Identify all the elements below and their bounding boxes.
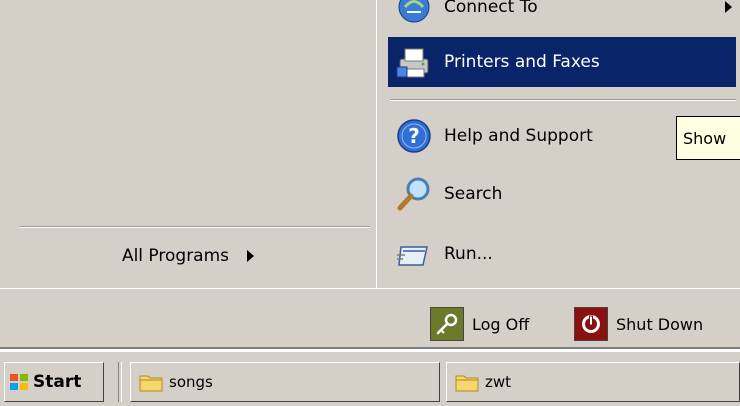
taskbar-separator xyxy=(118,362,122,402)
log-off-button[interactable]: Log Off xyxy=(430,304,529,344)
submenu-arrow-icon xyxy=(247,250,255,262)
folder-icon xyxy=(139,375,163,392)
left-divider xyxy=(20,226,370,228)
start-button[interactable]: Start xyxy=(4,362,104,402)
svg-text:?: ? xyxy=(408,124,420,148)
menu-item-printers-and-faxes[interactable]: Printers and Faxes xyxy=(388,37,736,87)
shut-down-button[interactable]: Shut Down xyxy=(574,304,703,344)
menu-item-connect-to[interactable]: Connect To xyxy=(388,0,736,32)
shut-down-label: Shut Down xyxy=(616,314,704,334)
menu-item-run[interactable]: Run... xyxy=(388,229,736,279)
submenu-arrow-icon xyxy=(725,1,732,13)
menu-item-label: Run... xyxy=(444,244,493,264)
tooltip-text: Show xyxy=(683,128,727,148)
run-icon xyxy=(394,234,434,274)
all-programs-label: All Programs xyxy=(121,246,230,266)
power-icon xyxy=(574,307,608,341)
task-label: songs xyxy=(169,373,213,391)
taskbar-button-songs[interactable]: songs xyxy=(130,362,440,402)
printer-icon xyxy=(394,42,434,82)
connect-icon xyxy=(394,0,434,27)
windows-logo-icon xyxy=(9,373,29,391)
menu-item-label: Connect To xyxy=(444,0,538,17)
help-icon: ? xyxy=(394,116,434,156)
menu-item-search[interactable]: Search xyxy=(388,169,736,219)
menu-item-label: Search xyxy=(444,184,503,204)
all-programs-button[interactable]: All Programs xyxy=(0,230,376,282)
menu-item-label: Printers and Faxes xyxy=(444,52,600,72)
key-icon xyxy=(430,307,464,341)
log-off-label: Log Off xyxy=(472,314,530,334)
menu-item-label: Help and Support xyxy=(444,126,593,146)
task-label: zwt xyxy=(485,373,512,391)
folder-icon xyxy=(455,375,479,392)
right-divider xyxy=(390,99,736,101)
search-icon xyxy=(394,174,434,214)
taskbar-button-zwt[interactable]: zwt xyxy=(446,362,740,402)
start-label: Start xyxy=(33,372,82,392)
tooltip: Show xyxy=(676,116,740,160)
